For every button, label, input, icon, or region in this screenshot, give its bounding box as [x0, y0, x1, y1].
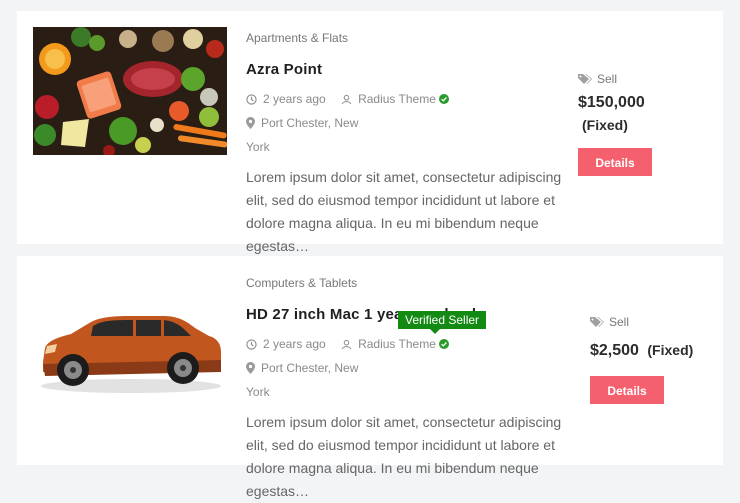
listing-content: Computers & Tablets HD 27 inch Mac 1 yea…: [246, 275, 566, 503]
listing-price-value: $150,000: [578, 94, 645, 111]
verified-check-icon[interactable]: [438, 94, 449, 104]
listing-location-line1: Port Chester, New: [261, 115, 359, 130]
listing-price: $2,500 (Fixed): [590, 339, 693, 362]
verified-check-icon[interactable]: [438, 339, 449, 349]
listing-type: Sell: [578, 72, 652, 86]
listing-category[interactable]: Apartments & Flats: [246, 30, 566, 46]
listing-description: Lorem ipsum dolor sit amet, consectetur …: [246, 168, 562, 254]
listing-type: Sell: [590, 315, 693, 329]
map-pin-icon: [246, 116, 255, 129]
tag-icon: [578, 74, 592, 84]
listing-image-food[interactable]: [33, 27, 227, 155]
listing-author-text[interactable]: Radius Theme: [358, 88, 436, 110]
listing-author-text[interactable]: Radius Theme: [358, 333, 436, 355]
listing-type-text: Sell: [609, 315, 630, 329]
listing-time: 2 years ago: [246, 88, 326, 110]
details-button[interactable]: Details: [590, 376, 664, 404]
user-icon: [341, 94, 352, 104]
clock-icon: [246, 338, 257, 350]
listing-card: Computers & Tablets HD 27 inch Mac 1 yea…: [17, 256, 723, 499]
listing-category[interactable]: Computers & Tablets: [246, 275, 566, 291]
listing-price-note: (Fixed): [582, 117, 628, 133]
listing-meta: 2 years ago Radius Theme Port Chester, N…: [246, 88, 566, 158]
listing-side: Sell $2,500 (Fixed) Details: [590, 315, 693, 404]
listing-time-text: 2 years ago: [263, 92, 326, 106]
tag-icon: [590, 317, 604, 327]
details-button[interactable]: Details: [578, 148, 652, 176]
listing-image-car[interactable]: [33, 288, 227, 398]
listing-location: Port Chester, New: [246, 112, 358, 134]
listing-price: $150,000 (Fixed): [578, 92, 652, 136]
listing-location: Port Chester, New: [246, 357, 358, 379]
listing-description: Lorem ipsum dolor sit amet, consectetur …: [246, 413, 562, 499]
listing-title[interactable]: Azra Point: [246, 60, 566, 80]
listing-type-text: Sell: [597, 72, 618, 86]
listing-author[interactable]: Radius Theme: [341, 88, 455, 110]
listing-card: Apartments & Flats Azra Point 2 years ag…: [17, 11, 723, 254]
listing-location-line2: York: [246, 384, 270, 399]
user-icon: [341, 339, 352, 349]
listing-meta: 2 years ago Radius Theme Port Chester, N…: [246, 333, 566, 403]
clock-icon: [246, 93, 257, 105]
verified-seller-tooltip: Verified Seller: [398, 311, 487, 334]
listing-content: Apartments & Flats Azra Point 2 years ag…: [246, 30, 566, 258]
listing-author[interactable]: Radius Theme: [341, 333, 455, 355]
listing-location-line1: Port Chester, New: [261, 360, 359, 375]
listing-price-value: $2,500: [590, 342, 639, 359]
listing-time: 2 years ago: [246, 333, 326, 355]
map-pin-icon: [246, 361, 255, 374]
listing-time-text: 2 years ago: [263, 337, 326, 351]
listing-price-note: (Fixed): [647, 342, 694, 358]
listing-side: Sell $150,000 (Fixed) Details: [578, 72, 652, 176]
listing-location-line2: York: [246, 139, 270, 154]
